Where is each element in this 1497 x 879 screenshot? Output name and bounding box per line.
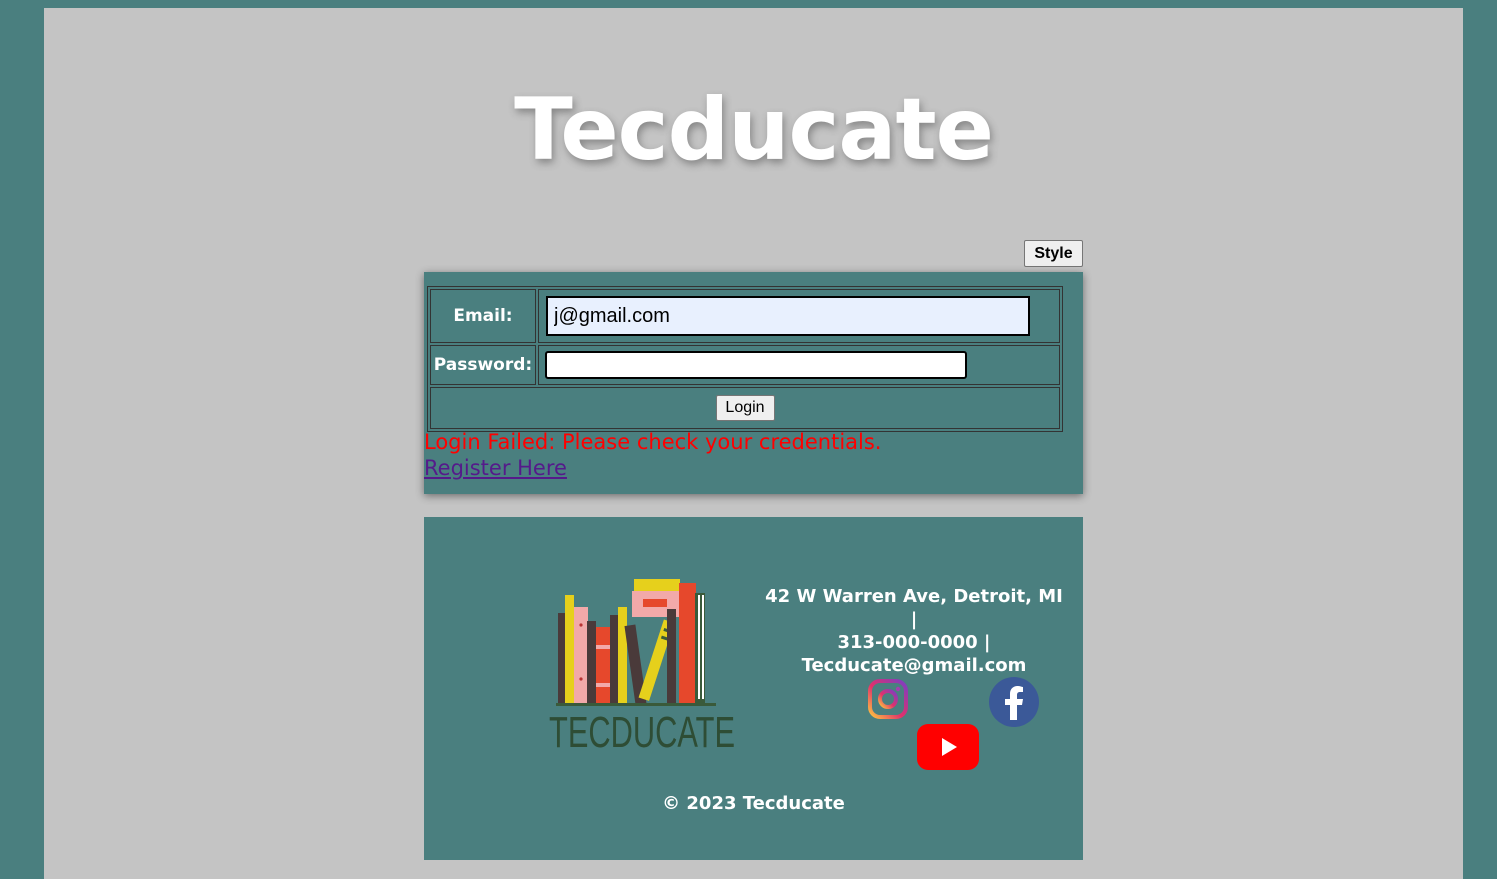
login-panel: Email: Password: Login Login Failed: Ple…	[424, 272, 1083, 494]
tecducate-logo: TECDUCATE	[549, 579, 735, 757]
email-row: Email:	[430, 289, 1060, 343]
facebook-icon[interactable]	[988, 676, 1040, 728]
site-title: Tecducate	[514, 80, 994, 180]
contact-phone: 313-000-0000 |	[837, 632, 991, 653]
login-error-message: Login Failed: Please check your credenti…	[424, 430, 882, 454]
email-label: Email:	[430, 289, 536, 343]
copyright: © 2023 Tecducate	[424, 793, 1083, 814]
password-row: Password:	[430, 345, 1060, 385]
email-input[interactable]	[546, 296, 1030, 336]
contact-email: Tecducate@gmail.com	[801, 655, 1027, 676]
instagram-icon[interactable]	[867, 678, 909, 720]
password-label: Password:	[430, 345, 536, 385]
login-cell: Login	[430, 387, 1060, 429]
password-input[interactable]	[545, 351, 967, 379]
login-row: Login	[430, 387, 1060, 429]
contact-address: 42 W Warren Ave, Detroit, MI |	[765, 586, 1063, 630]
login-button[interactable]: Login	[715, 395, 775, 421]
password-cell	[538, 345, 1060, 385]
style-button[interactable]: Style	[1024, 240, 1083, 267]
register-link[interactable]: Register Here	[424, 456, 567, 480]
login-form-table: Email: Password: Login	[427, 286, 1063, 432]
contact-info: 42 W Warren Ave, Detroit, MI | 313-000-0…	[764, 585, 1064, 677]
youtube-icon[interactable]	[917, 724, 979, 770]
footer: TECDUCATE 42 W Warren Ave, Detroit, MI |…	[424, 517, 1083, 860]
copyright-text: © 2023 Tecducate	[662, 793, 845, 814]
page-container: Tecducate Style Email: Password: Login	[44, 8, 1463, 879]
logo-text: TECDUCATE	[549, 708, 735, 757]
email-cell	[538, 289, 1060, 343]
